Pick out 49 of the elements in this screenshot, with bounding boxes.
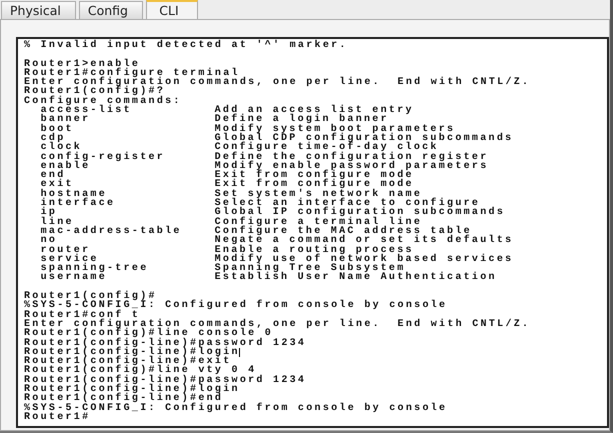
command-description: Exit from configure mode xyxy=(214,180,415,190)
command-name: cdp xyxy=(40,134,66,144)
command-name: no xyxy=(40,236,58,246)
command-name: username xyxy=(40,273,108,283)
command-description: Enable a routing process xyxy=(214,246,414,255)
command-name: clock xyxy=(40,143,82,153)
console-line: Router1(config)#line vty 0 4 xyxy=(24,366,256,376)
console-line: Router1(config-line)#exit xyxy=(24,357,232,366)
console-line: Router1(config-line)#password 1234 xyxy=(24,376,306,385)
console-line: Router1# xyxy=(24,412,90,422)
command-name: router xyxy=(40,246,90,255)
command-name: config-register xyxy=(40,152,166,162)
command-description: Negate a command or set its defaults xyxy=(214,236,514,246)
command-description: Define a login banner xyxy=(214,115,389,125)
command-name: banner xyxy=(40,115,92,125)
command-description: Configure a terminal line xyxy=(214,218,424,227)
command-description: Global IP configuration subcommands xyxy=(214,208,506,218)
console-line: Router1#conf t xyxy=(24,310,140,320)
tab[interactable]: Config xyxy=(78,1,143,19)
console-line: Router1(config)#? xyxy=(24,87,166,97)
console-line: Router1(config)# xyxy=(24,292,157,302)
command-name: line xyxy=(40,218,74,227)
command-name: exit xyxy=(40,180,74,190)
command-name: end xyxy=(40,171,66,180)
console-line: % Invalid input detected at '^' marker. xyxy=(24,41,348,50)
command-name: interface xyxy=(40,199,116,208)
console-line: Enter configuration commands, one per line. End with CNTL/Z. xyxy=(24,78,530,88)
console-line: Router1>enable xyxy=(24,60,140,69)
console-line: Router1#configure terminal xyxy=(24,68,240,78)
command-description: Configure time-of-day clock xyxy=(214,143,439,153)
command-name: boot xyxy=(40,124,75,134)
command-name: mac-address-table xyxy=(40,226,183,236)
command-name: spanning-tree xyxy=(40,264,150,274)
command-description: Establish User Name Authentication xyxy=(214,273,498,283)
console-line: Router1(config-line)#end xyxy=(24,394,224,404)
command-description: Modify system boot parameters xyxy=(214,124,456,134)
tab[interactable]: CLI xyxy=(146,0,198,19)
console-line: Router1(config-line)#login xyxy=(24,348,240,358)
console-line: Router1(config-line)#password 1234 xyxy=(24,338,306,348)
command-description: Define the configuration register xyxy=(214,152,490,162)
console-line: Router1(config)#line console 0 xyxy=(24,329,274,338)
command-name: enable xyxy=(40,162,90,172)
console-line: Enter configuration commands, one per line. End with CNTL/Z. xyxy=(24,320,530,330)
console-line: %SYS-5-CONFIG_I: Configured from console by console xyxy=(24,404,448,413)
tab[interactable]: Physical xyxy=(1,1,76,19)
console-line: %SYS-5-CONFIG_I: Configured from console by console xyxy=(24,301,448,311)
console-line: Router1(config-line)#login xyxy=(24,384,240,394)
command-name: ip xyxy=(40,208,58,218)
command-name: service xyxy=(40,254,99,264)
